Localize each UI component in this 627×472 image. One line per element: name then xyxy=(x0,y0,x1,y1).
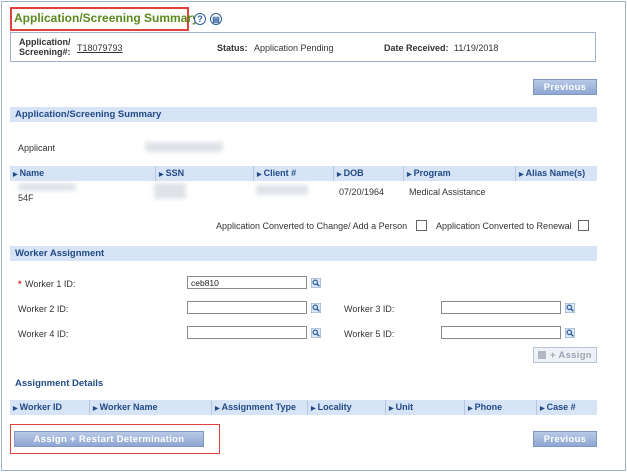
worker5-search-icon[interactable] xyxy=(565,328,575,338)
applicant-row-client-redacted[interactable] xyxy=(256,185,308,195)
worker2-input[interactable] xyxy=(187,301,307,314)
applicant-row-program: Medical Assistance xyxy=(409,187,486,197)
status-label: Status: xyxy=(217,43,248,53)
worker3-input[interactable] xyxy=(441,301,561,314)
col-header-assignment-type[interactable]: ▶ Assignment Type xyxy=(211,400,307,415)
worker2-search-icon[interactable] xyxy=(311,303,321,313)
col-header-phone[interactable]: ▶ Phone xyxy=(464,400,536,415)
col-header-alias[interactable]: ▶ Alias Name(s) xyxy=(515,166,597,181)
assignment-grid-header: ▶ Worker ID ▶ Worker Name ▶ Assignment Type… xyxy=(10,400,597,415)
converted-change-label: Application Converted to Change/ Add a P… xyxy=(216,221,408,231)
col-header-ssn[interactable]: ▶ SSN xyxy=(155,166,253,181)
worker4-search-icon[interactable] xyxy=(311,328,321,338)
col-header-worker-id[interactable]: ▶ Worker ID xyxy=(10,400,89,415)
applicant-row-ssn-redacted xyxy=(154,183,186,199)
help-icon[interactable]: ? xyxy=(194,13,206,25)
document-icon[interactable]: ▤ xyxy=(210,13,222,25)
page-title: Application/Screening Summary xyxy=(14,11,199,25)
required-marker: * xyxy=(18,279,22,289)
assign-restart-determination-button[interactable]: Assign + Restart Determination xyxy=(14,431,204,447)
col-header-name[interactable]: ▶ Name xyxy=(10,166,155,181)
worker1-label: Worker 1 ID: xyxy=(25,279,76,289)
worker1-search-icon[interactable] xyxy=(311,278,321,288)
worker2-label: Worker 2 ID: xyxy=(18,304,69,314)
col-header-program[interactable]: ▶ Program xyxy=(403,166,515,181)
converted-renewal-label: Application Converted to Renewal xyxy=(436,221,572,231)
assign-button[interactable]: + Assign xyxy=(533,347,597,363)
applicant-grid-header: ▶ Name ▶ SSN ▶ Client # ▶ DOB ▶ Program ▶ Alia… xyxy=(10,166,597,181)
application-info-box: Application/ Screening#: T18079793 Statu… xyxy=(10,32,596,62)
worker5-label: Worker 5 ID: xyxy=(344,329,395,339)
converted-renewal-checkbox[interactable] xyxy=(578,220,589,231)
col-header-dob[interactable]: ▶ DOB xyxy=(333,166,403,181)
date-received-label: Date Received: xyxy=(384,43,449,53)
save-icon xyxy=(538,351,546,359)
worker4-input[interactable] xyxy=(187,326,307,339)
col-header-unit[interactable]: ▶ Unit xyxy=(385,400,464,415)
worker5-input[interactable] xyxy=(441,326,561,339)
worker4-label: Worker 4 ID: xyxy=(18,329,69,339)
worker1-input[interactable] xyxy=(187,276,307,289)
assignment-details-title: Assignment Details xyxy=(15,378,104,389)
worker-assignment-header: Worker Assignment xyxy=(10,246,597,261)
application-number-link[interactable]: T18079793 xyxy=(77,43,123,53)
col-header-worker-name[interactable]: ▶ Worker Name xyxy=(89,400,211,415)
col-header-locality[interactable]: ▶ Locality xyxy=(307,400,385,415)
worker3-label: Worker 3 ID: xyxy=(344,304,395,314)
status-value: Application Pending xyxy=(254,43,334,53)
col-header-case-number[interactable]: ▶ Case # xyxy=(536,400,597,415)
applicant-label: Applicant xyxy=(18,143,56,153)
col-header-client[interactable]: ▶ Client # xyxy=(253,166,333,181)
applicant-row-dob: 07/20/1964 xyxy=(339,187,385,197)
date-received-value: 11/19/2018 xyxy=(454,43,499,53)
applicant-row-name-redacted xyxy=(18,183,76,191)
previous-button-bottom[interactable]: Previous xyxy=(533,431,597,447)
previous-button-top[interactable]: Previous xyxy=(533,79,597,95)
application-number-label: Application/ Screening#: xyxy=(19,37,71,57)
worker3-search-icon[interactable] xyxy=(565,303,575,313)
applicant-row-name-suffix: 54F xyxy=(18,193,34,203)
converted-change-checkbox[interactable] xyxy=(416,220,427,231)
summary-section-header: Application/Screening Summary xyxy=(10,107,597,122)
applicant-name-redacted xyxy=(145,142,223,152)
